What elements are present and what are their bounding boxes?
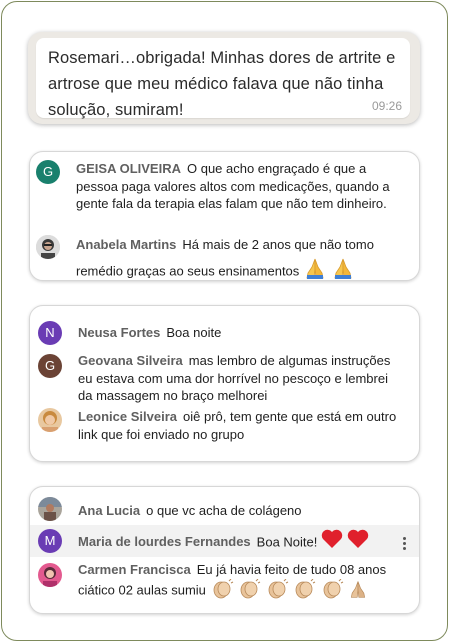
whatsapp-screenshot: Rosemari…obrigada! Minhas dores de artri… [28,32,420,124]
comment-row-highlighted: M Maria de lourdes Fernandes Boa Noite! [30,525,419,557]
comment-body: Boa noite [166,325,222,340]
clapping-hands-icon [237,578,261,604]
comment-text: Geovana Silveira mas lembro de algumas in… [78,352,398,405]
comment-text: Ana Lucia o que vc acha de colágeno [78,502,408,520]
avatar[interactable] [38,563,62,587]
comment-author[interactable]: Geovana Silveira [78,353,183,368]
avatar[interactable]: G [36,160,60,184]
red-heart-icon [347,529,369,557]
comment-body: Boa Noite! [256,534,318,550]
comment-text: Carmen Francisca Eu já havia feito de tud… [78,561,408,603]
comment-text: GEISA OLIVEIRA O que acho engraçado é que… [76,160,406,213]
praying-hands-icon [348,579,368,604]
message-bubble: Rosemari…obrigada! Minhas dores de artri… [36,38,410,119]
avatar[interactable] [38,408,62,432]
person-photo-icon [38,497,62,521]
clapping-hands-icon [210,578,234,604]
message-text: Rosemari…obrigada! Minhas dores de artri… [48,49,396,119]
comment-row: Ana Lucia o que vc acha de colágeno [30,487,419,527]
comment-card-2: N Neusa Fortes Boa noite G Geovana Silvei… [29,305,420,462]
comment-author[interactable]: Leonice Silveira [78,409,177,424]
comment-text: Anabela Martins Há mais de 2 anos que não… [76,233,406,280]
praying-hands-icon [303,257,327,280]
avatar[interactable] [38,497,62,521]
comment-author[interactable]: Neusa Fortes [78,325,160,340]
avatar[interactable] [36,235,60,259]
comment-card-1: G GEISA OLIVEIRA O que acho engraçado é q… [29,151,420,281]
clapping-hands-icon [265,578,289,604]
person-photo-icon [36,235,60,259]
avatar[interactable]: G [38,354,62,378]
comment-card-3: Ana Lucia o que vc acha de colágeno M Mar… [29,486,420,614]
clapping-hands-icon [292,578,316,604]
comment-author[interactable]: Anabela Martins [76,237,176,252]
comment-author[interactable]: GEISA OLIVEIRA [76,161,181,176]
comment-author[interactable]: Carmen Francisca [78,562,191,577]
comment-text: Neusa Fortes Boa noite [78,324,408,342]
person-photo-icon [38,563,62,587]
red-heart-icon [321,529,343,557]
clapping-hands-icon [320,578,344,604]
message-time: 09:26 [371,99,402,113]
comment-author[interactable]: Ana Lucia [78,503,140,518]
comment-body: o que vc acha de colágeno [146,503,302,518]
comment-text: Leonice Silveira oiê prô, tem gente que e… [78,408,408,443]
praying-hands-icon [331,257,355,280]
avatar[interactable]: M [38,529,62,553]
comment-text: Maria de lourdes Fernandes Boa Noite! [78,529,398,557]
avatar[interactable]: N [38,321,62,345]
person-photo-icon [38,408,62,432]
more-options-icon[interactable] [403,535,407,552]
comment-author[interactable]: Maria de lourdes Fernandes [78,534,251,549]
